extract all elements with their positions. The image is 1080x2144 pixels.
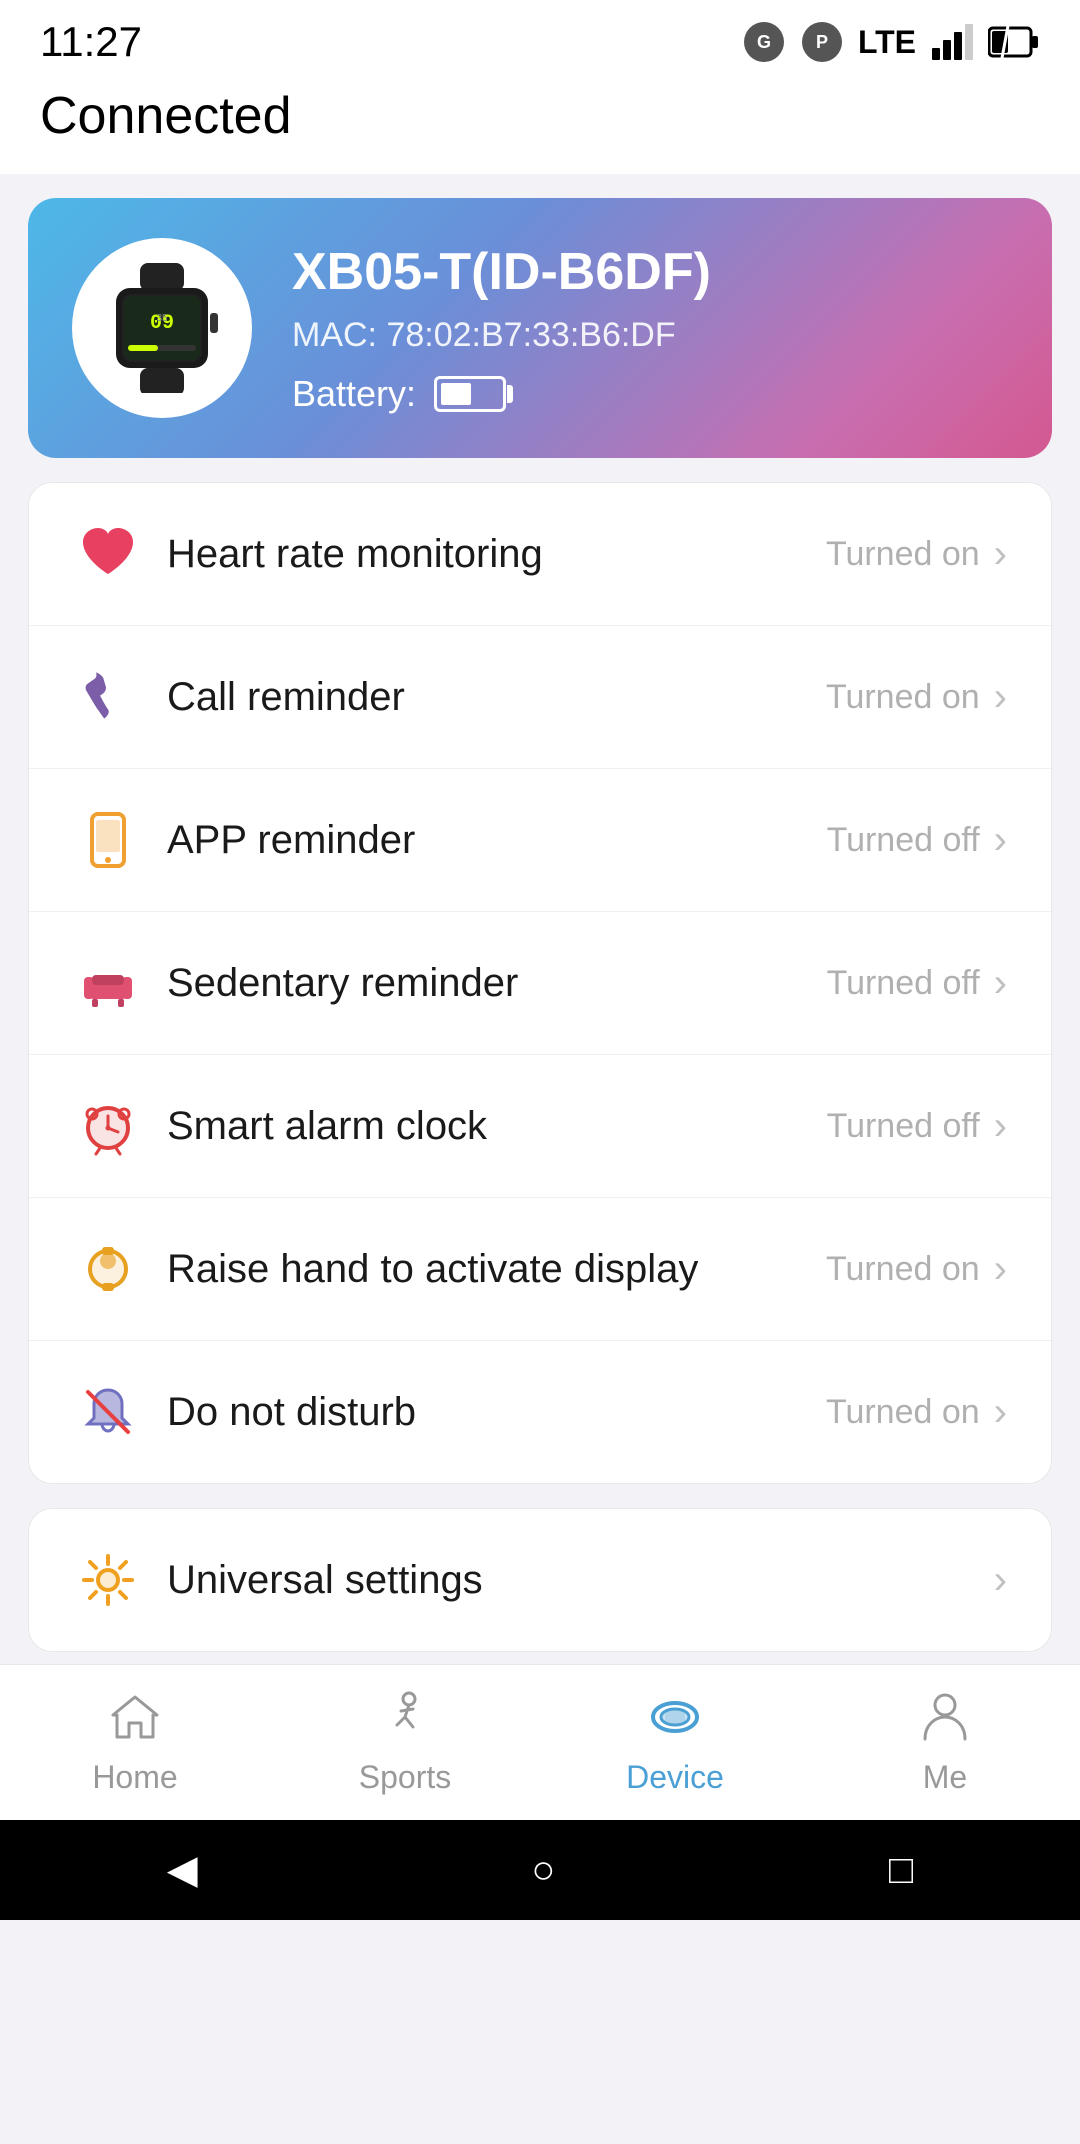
universal-settings-label: Universal settings (167, 1558, 994, 1603)
sedentary-reminder-status: Turned off (827, 964, 980, 1003)
nav-device[interactable]: Device (595, 1685, 755, 1796)
status-icons: G P LTE (742, 20, 1040, 64)
nav-home-label: Home (92, 1759, 177, 1796)
sports-icon (373, 1685, 437, 1749)
do-not-disturb-row[interactable]: Do not disturb Turned on › (29, 1341, 1051, 1483)
device-mac: MAC: 78:02:B7:33:B6:DF (292, 316, 711, 355)
universal-settings-card[interactable]: Universal settings › (28, 1508, 1052, 1652)
bottom-nav: Home Sports Device (0, 1664, 1080, 1820)
nav-sports[interactable]: Sports (325, 1685, 485, 1796)
sedentary-reminder-label: Sedentary reminder (167, 961, 827, 1006)
person-icon (913, 1685, 977, 1749)
svg-text:G: G (757, 32, 771, 52)
settings-card: Heart rate monitoring Turned on › Call r… (28, 482, 1052, 1484)
nav-me-label: Me (923, 1759, 967, 1796)
back-button[interactable]: ◀ (167, 1847, 198, 1893)
app-reminder-row[interactable]: APP reminder Turned off › (29, 769, 1051, 912)
watch-image: 09 35 (102, 263, 222, 393)
heart-rate-status: Turned on (826, 535, 980, 574)
nav-sports-label: Sports (359, 1759, 451, 1796)
device-avatar: 09 35 (72, 238, 252, 418)
nav-home[interactable]: Home (55, 1685, 215, 1796)
heart-rate-row[interactable]: Heart rate monitoring Turned on › (29, 483, 1051, 626)
call-reminder-row[interactable]: Call reminder Turned on › (29, 626, 1051, 769)
smart-alarm-chevron: › (994, 1104, 1007, 1149)
page-header: Connected (0, 76, 1080, 174)
coin-icon: G (742, 20, 786, 64)
sedentary-reminder-chevron: › (994, 961, 1007, 1006)
android-nav: ◀ ○ □ (0, 1820, 1080, 1920)
do-not-disturb-chevron: › (994, 1390, 1007, 1435)
call-reminder-label: Call reminder (167, 675, 826, 720)
call-reminder-status: Turned on (826, 678, 980, 717)
gear-icon (73, 1545, 143, 1615)
hand-icon (73, 1234, 143, 1304)
sedentary-reminder-row[interactable]: Sedentary reminder Turned off › (29, 912, 1051, 1055)
do-not-disturb-label: Do not disturb (167, 1390, 826, 1435)
app-reminder-label: APP reminder (167, 818, 827, 863)
sofa-icon (73, 948, 143, 1018)
heart-rate-label: Heart rate monitoring (167, 532, 826, 577)
bell-off-icon (73, 1377, 143, 1447)
app-reminder-status: Turned off (827, 821, 980, 860)
raise-hand-row[interactable]: Raise hand to activate display Turned on… (29, 1198, 1051, 1341)
device-card: 09 35 XB05-T(ID-B6DF) MAC: 78:02:B7:33:B… (28, 198, 1052, 458)
lte-label: LTE (858, 24, 916, 61)
heart-icon (73, 519, 143, 589)
smart-alarm-label: Smart alarm clock (167, 1104, 827, 1149)
mobile-icon (73, 805, 143, 875)
do-not-disturb-status: Turned on (826, 1393, 980, 1432)
alarm-icon (73, 1091, 143, 1161)
svg-text:35: 35 (156, 313, 168, 324)
device-info: XB05-T(ID-B6DF) MAC: 78:02:B7:33:B6:DF B… (292, 242, 711, 415)
device-battery-row: Battery: (292, 373, 711, 415)
device-nav-icon (643, 1685, 707, 1749)
status-battery-icon (988, 24, 1040, 60)
app-reminder-chevron: › (994, 818, 1007, 863)
smart-alarm-status: Turned off (827, 1107, 980, 1146)
heart-rate-chevron: › (994, 532, 1007, 577)
smart-alarm-row[interactable]: Smart alarm clock Turned off › (29, 1055, 1051, 1198)
universal-settings-row[interactable]: Universal settings › (29, 1509, 1051, 1651)
battery-label: Battery: (292, 373, 416, 415)
recent-button[interactable]: □ (889, 1848, 913, 1893)
nav-me[interactable]: Me (865, 1685, 1025, 1796)
raise-hand-chevron: › (994, 1247, 1007, 1292)
home-button[interactable]: ○ (531, 1848, 555, 1893)
phone-icon (73, 662, 143, 732)
home-icon (103, 1685, 167, 1749)
call-reminder-chevron: › (994, 675, 1007, 720)
status-time: 11:27 (40, 18, 142, 66)
nav-device-label: Device (626, 1759, 724, 1796)
raise-hand-status: Turned on (826, 1250, 980, 1289)
battery-icon (434, 376, 506, 412)
raise-hand-label: Raise hand to activate display (167, 1247, 826, 1292)
status-bar: 11:27 G P LTE (0, 0, 1080, 76)
signal-icon (930, 20, 974, 64)
svg-text:P: P (816, 32, 828, 52)
p-icon: P (800, 20, 844, 64)
page-title: Connected (40, 87, 292, 145)
universal-settings-chevron: › (994, 1558, 1007, 1603)
device-name: XB05-T(ID-B6DF) (292, 242, 711, 302)
